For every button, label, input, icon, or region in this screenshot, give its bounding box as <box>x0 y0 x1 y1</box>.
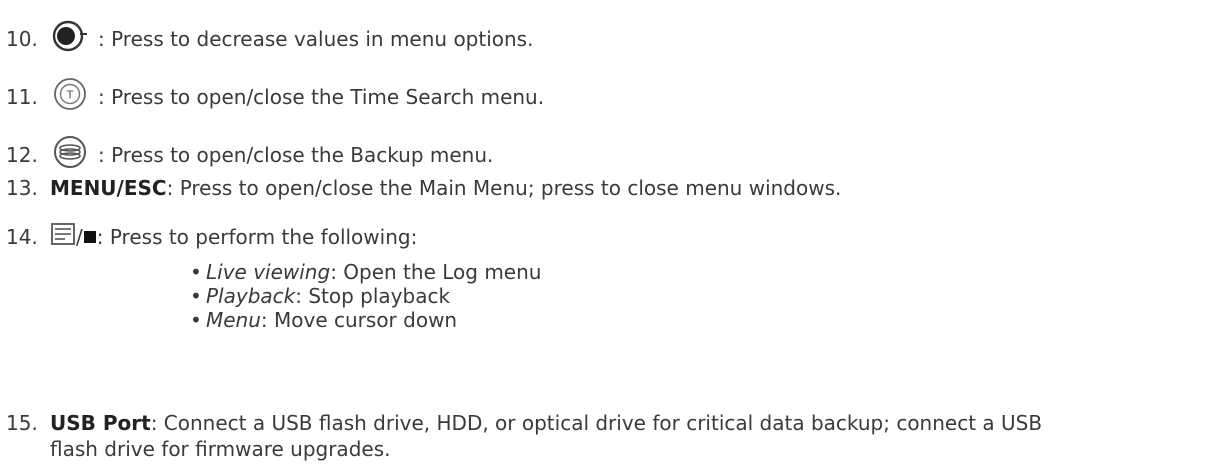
list-item-15: 15. USB Port: Connect a USB flash drive, … <box>6 410 1206 462</box>
item-number: 14. <box>6 224 38 249</box>
bullet-desc: : Open the Log menu <box>330 260 542 284</box>
item-text: : Press to decrease values in menu optio… <box>98 26 534 51</box>
bullet-term: Live viewing <box>206 260 331 284</box>
bullet-dot-icon: • <box>190 284 202 308</box>
item-line-1: 15. USB Port: Connect a USB flash drive, … <box>6 410 1206 436</box>
item-text: : Press to open/close the Time Search me… <box>98 84 545 109</box>
list-item-13: 13. MENU/ESC : Press to open/close the M… <box>6 176 841 200</box>
bullet-dot-icon: • <box>190 260 202 284</box>
bullet-desc: : Move cursor down <box>260 308 458 332</box>
icon-separator: / <box>76 224 83 249</box>
backup-button-icon <box>50 134 90 175</box>
stop-square-icon <box>83 225 97 249</box>
bullet-term: Playback <box>206 284 296 308</box>
bullet-item: • Playback : Stop playback <box>190 284 541 308</box>
item-number: 10. <box>6 26 38 51</box>
bullet-dot-icon: • <box>190 308 202 332</box>
list-item-14: 14. / : Press to perform the following: <box>6 222 417 251</box>
bullet-desc: : Stop playback <box>295 284 451 308</box>
item-number: 12. <box>6 142 38 167</box>
item-text: : Press to perform the following: <box>96 224 418 249</box>
item-text: : Connect a USB flash drive, HDD, or opt… <box>150 411 1043 435</box>
time-search-button-icon: T <box>50 76 90 117</box>
item-text: : Press to open/close the Backup menu. <box>98 142 494 167</box>
decrease-button-icon <box>50 18 90 59</box>
bullet-item: • Menu : Move cursor down <box>190 308 541 332</box>
bullet-term: Menu <box>206 308 261 332</box>
item-bold-term: USB Port <box>50 411 151 435</box>
bullet-list: • Live viewing : Open the Log menu • Pla… <box>190 260 541 332</box>
item-text: : Press to open/close the Main Menu; pre… <box>166 176 842 200</box>
item-number: 11. <box>6 84 38 109</box>
manual-page: 10. : Press to decrease values in menu o… <box>0 0 1214 475</box>
item-number: 15. <box>6 411 38 435</box>
item-number: 13. <box>6 176 38 200</box>
item-bold-term: MENU/ESC <box>50 176 167 200</box>
list-item-12: 12. : Press to open/close the Backup men… <box>6 134 493 175</box>
item-line-2: flash drive for firmware upgrades. <box>50 437 391 461</box>
list-item-10: 10. : Press to decrease values in menu o… <box>6 18 533 59</box>
log-stop-button-icon <box>50 222 76 251</box>
svg-text:T: T <box>66 89 74 102</box>
list-item-11: 11. T : Press to open/close the Time Sea… <box>6 76 544 117</box>
bullet-item: • Live viewing : Open the Log menu <box>190 260 541 284</box>
